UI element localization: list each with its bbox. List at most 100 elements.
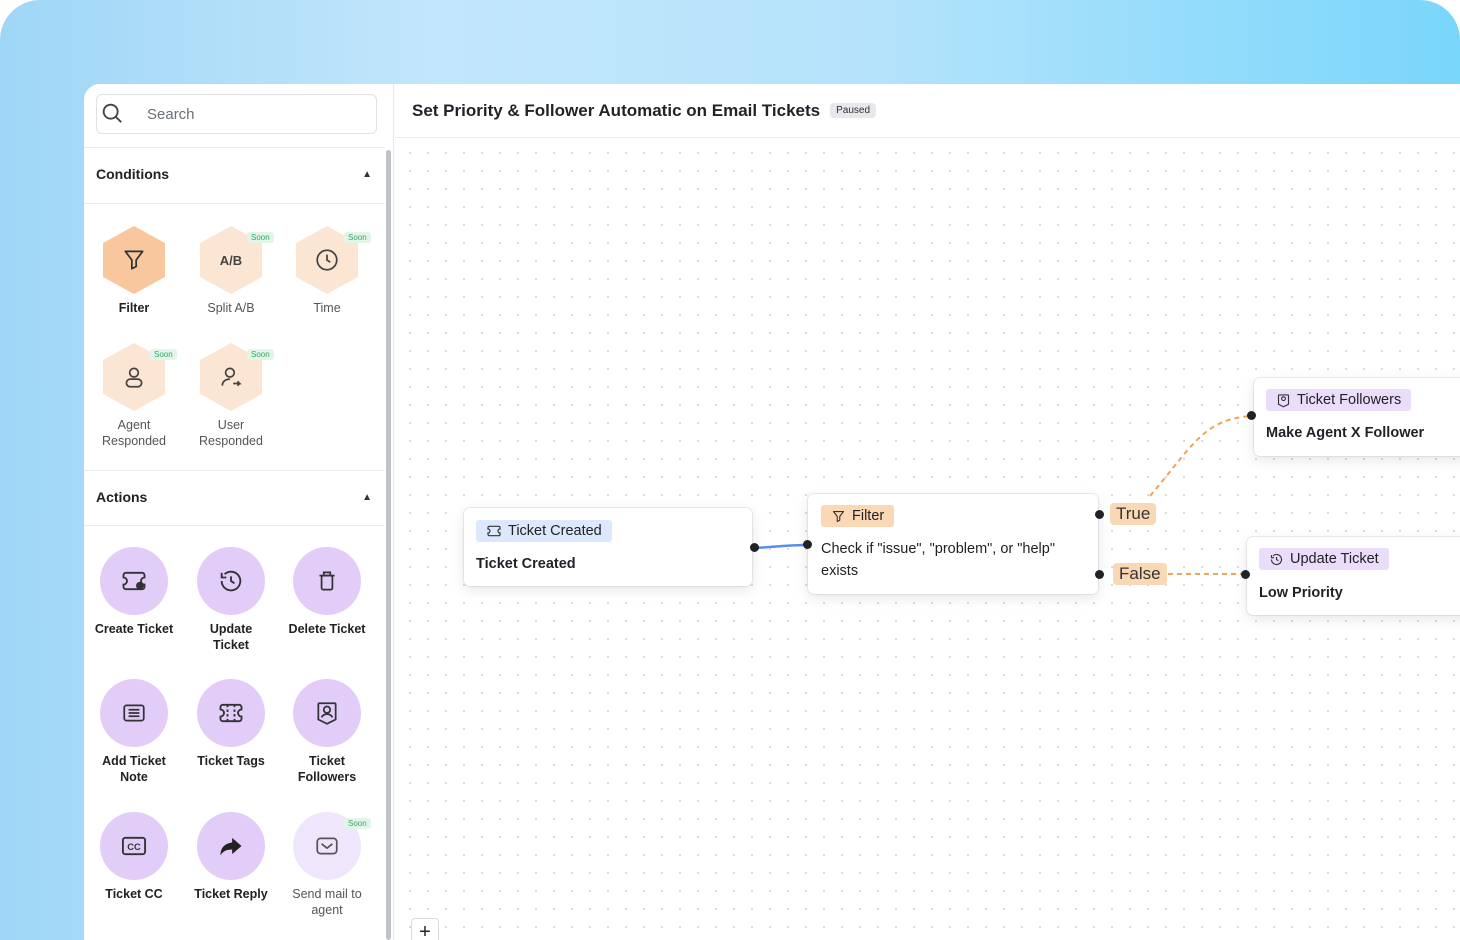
- followers-icon: [317, 702, 337, 725]
- ticket-followers-shape: [293, 679, 361, 747]
- filter-input-handle[interactable]: [803, 540, 812, 549]
- ticket-cc-shape: CC: [100, 812, 168, 880]
- divider: [84, 147, 385, 148]
- soon-badge: Soon: [344, 232, 371, 243]
- tile-label: Send mail to agent: [292, 887, 362, 917]
- sidebar: Conditions ▲ Filter A/B Split A/B Soon T…: [84, 84, 394, 940]
- chevron-up-icon[interactable]: ▲: [362, 492, 372, 503]
- tile-label: Ticket Reply: [194, 887, 268, 901]
- ticket-tags-shape: [197, 679, 265, 747]
- funnel-icon: [832, 510, 845, 522]
- node-ticket-created[interactable]: Ticket Created Ticket Created: [464, 508, 752, 586]
- divider: [84, 470, 385, 471]
- ticket-icon: [487, 525, 501, 537]
- tile-label: Agent Responded: [102, 418, 166, 448]
- soon-badge: Soon: [247, 349, 274, 360]
- workflow-header: Set Priority & Follower Automatic on Ema…: [395, 84, 1460, 138]
- cc-icon: CC: [121, 836, 147, 856]
- update-input-handle[interactable]: [1241, 570, 1250, 579]
- tile-label: Ticket Tags: [197, 754, 265, 768]
- history-icon: [1270, 553, 1283, 565]
- filter-false-handle[interactable]: [1095, 570, 1104, 579]
- tile-label: Add Ticket Note: [102, 754, 166, 784]
- condition-filter[interactable]: Filter: [86, 226, 182, 316]
- conditions-title: Conditions: [96, 166, 170, 182]
- actions-title: Actions: [96, 489, 148, 505]
- ticket-icon: [219, 703, 243, 723]
- sidebar-scrollbar[interactable]: [386, 150, 391, 940]
- tile-label: Split A/B: [207, 301, 255, 315]
- node-chip-label: Ticket Followers: [1297, 392, 1402, 408]
- action-ticket-reply[interactable]: Ticket Reply: [183, 812, 279, 902]
- action-update-ticket[interactable]: Update Ticket: [183, 547, 279, 653]
- add-node-button[interactable]: +: [411, 918, 439, 940]
- node-chip-label: Ticket Created: [508, 523, 602, 539]
- history-icon: [220, 570, 242, 592]
- soon-badge: Soon: [150, 349, 177, 360]
- node-text: Make Agent X Follower: [1266, 425, 1425, 441]
- filter-tile-shape: [103, 226, 165, 294]
- ticket-reply-shape: [197, 812, 265, 880]
- workflow-title: Set Priority & Follower Automatic on Ema…: [412, 100, 821, 120]
- tile-label: Create Ticket: [94, 622, 174, 636]
- soon-badge: Soon: [247, 232, 274, 243]
- user-icon: [221, 367, 242, 387]
- search-box[interactable]: [96, 94, 377, 134]
- filter-true-handle[interactable]: [1095, 510, 1104, 519]
- funnel-icon: [124, 250, 144, 270]
- action-create-ticket[interactable]: Create Ticket: [86, 547, 182, 637]
- node-chip: Ticket Created: [476, 520, 612, 542]
- status-badge: Paused: [830, 103, 877, 118]
- action-ticket-tags[interactable]: Ticket Tags: [183, 679, 279, 769]
- action-ticket-followers[interactable]: Ticket Followers: [279, 679, 375, 785]
- soon-badge: Soon: [344, 818, 371, 829]
- app-window: Conditions ▲ Filter A/B Split A/B Soon T…: [84, 84, 1460, 940]
- tile-label: Ticket Followers: [297, 754, 357, 784]
- update-ticket-shape: [197, 547, 265, 615]
- followers-input-handle[interactable]: [1247, 411, 1256, 420]
- create-ticket-shape: [100, 547, 168, 615]
- node-text: Check if "issue", "problem", or "help" e…: [821, 541, 1055, 579]
- chevron-up-icon[interactable]: ▲: [362, 169, 372, 180]
- add-note-shape: [100, 679, 168, 747]
- create-ticket-icon: [122, 571, 146, 591]
- node-chip: Ticket Followers: [1266, 389, 1412, 411]
- note-icon: [123, 704, 145, 722]
- tile-label: Time: [313, 301, 341, 315]
- reply-icon: [220, 837, 242, 856]
- search-icon: [102, 103, 122, 123]
- clock-icon: [316, 249, 338, 271]
- conditions-header[interactable]: Conditions ▲: [96, 166, 372, 182]
- branch-true-label: True: [1110, 503, 1157, 525]
- agent-icon: [125, 367, 143, 388]
- divider: [84, 525, 385, 526]
- split-ab-icon: A/B: [219, 252, 243, 268]
- branch-false-label: False: [1113, 563, 1167, 585]
- action-delete-ticket[interactable]: Delete Ticket: [279, 547, 375, 637]
- node-chip-label: Filter: [852, 508, 885, 524]
- trigger-output-handle[interactable]: [750, 543, 759, 552]
- action-ticket-cc[interactable]: CC Ticket CC: [86, 812, 182, 902]
- node-chip: Update Ticket: [1259, 548, 1389, 570]
- search-input[interactable]: [147, 105, 347, 123]
- node-text: Low Priority: [1259, 585, 1343, 601]
- node-text: Ticket Created: [476, 556, 576, 572]
- node-chip-label: Update Ticket: [1290, 551, 1379, 567]
- node-filter[interactable]: Filter Check if "issue", "problem", or "…: [808, 494, 1098, 594]
- node-ticket-followers[interactable]: Ticket Followers Make Agent X Follower: [1254, 378, 1460, 456]
- node-chip: Filter: [821, 505, 895, 527]
- tile-label: Delete Ticket: [288, 622, 366, 636]
- action-add-ticket-note[interactable]: Add Ticket Note: [86, 679, 182, 785]
- trash-icon: [319, 571, 335, 591]
- followers-icon: [1277, 393, 1290, 407]
- tile-label: Update Ticket: [209, 622, 253, 652]
- tile-label: Filter: [118, 301, 150, 315]
- mail-icon: [316, 837, 338, 855]
- tile-label: Ticket CC: [105, 887, 163, 901]
- tile-label: User Responded: [199, 418, 263, 448]
- svg-text:CC: CC: [127, 842, 141, 852]
- actions-header[interactable]: Actions ▲: [96, 489, 372, 505]
- node-update-ticket[interactable]: Update Ticket Low Priority: [1247, 537, 1460, 615]
- delete-ticket-shape: [293, 547, 361, 615]
- divider: [84, 203, 385, 204]
